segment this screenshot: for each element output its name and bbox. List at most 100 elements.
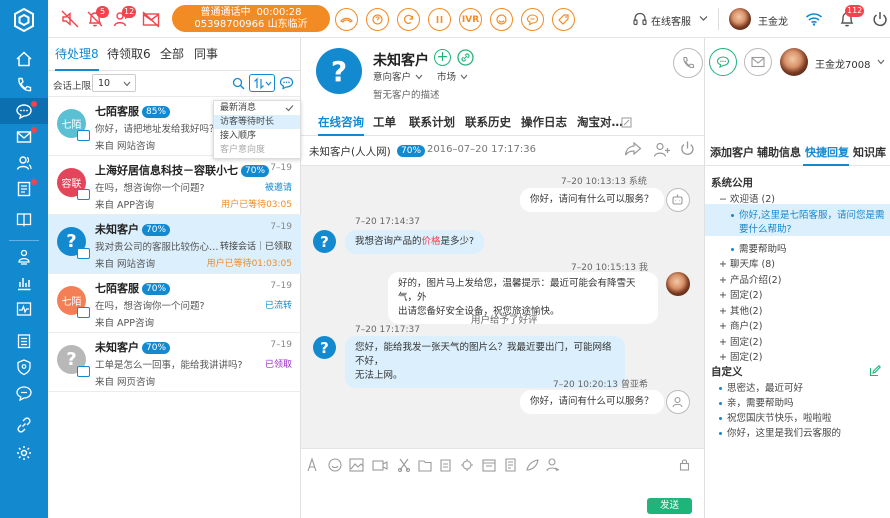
sort-option-wait-time[interactable]: 访客等待时长 bbox=[214, 115, 300, 129]
end-session-icon[interactable] bbox=[679, 140, 696, 157]
send-button[interactable]: 发送 bbox=[647, 498, 692, 514]
tab-add-customer[interactable]: 添加客户 bbox=[710, 144, 754, 160]
nav-records-icon[interactable] bbox=[0, 328, 48, 354]
search-icon[interactable] bbox=[232, 77, 245, 90]
custom-reply-item[interactable]: 祝您国庆节快乐，啦啦啦 bbox=[719, 410, 832, 424]
conversation-list-panel: 待处理8 待领取6 全部 同事 会话上限 10 最新消息 访客等待时长 接入顺序… bbox=[48, 38, 301, 518]
custom-reply-item[interactable]: 你好，这里是我们云客服的 bbox=[719, 425, 841, 439]
chat-bubble-icon[interactable] bbox=[279, 76, 294, 90]
call-number: 05398700966 山东临沂 bbox=[194, 19, 308, 30]
tab-all[interactable]: 全部 bbox=[160, 38, 184, 71]
chevron-down-icon[interactable] bbox=[699, 15, 708, 22]
tab-online-consult[interactable]: 在线咨询 bbox=[318, 114, 364, 136]
nav-home-icon[interactable] bbox=[0, 46, 48, 72]
transfer-button[interactable] bbox=[397, 8, 420, 31]
check-icon bbox=[285, 105, 294, 112]
chat-intent-pct: 70% bbox=[397, 145, 426, 157]
email-customer-button[interactable] bbox=[744, 48, 772, 76]
ivr-button[interactable]: IVR bbox=[459, 8, 482, 31]
conversation-item[interactable]: 七陌 七陌客服 70% 7–19 在吗，想咨询你一个问题? 已流转 来自 APP咨询 bbox=[48, 274, 301, 333]
online-status[interactable]: 在线客服 bbox=[651, 13, 691, 28]
conversation-name-text: 未知客户 bbox=[95, 341, 139, 354]
lock-icon[interactable] bbox=[679, 458, 690, 471]
quick-reply-folder[interactable]: + 其他(2) bbox=[719, 303, 762, 317]
tab-quick-reply[interactable]: 快捷回复 bbox=[805, 144, 849, 160]
tab-to-claim[interactable]: 待领取6 bbox=[107, 38, 151, 71]
tag-button[interactable] bbox=[552, 8, 575, 31]
nav-link-icon[interactable] bbox=[0, 412, 48, 438]
message-bubble: 你好，请问有什么可以服务？ bbox=[520, 390, 664, 414]
tab-ticket[interactable]: 工单 bbox=[373, 114, 396, 136]
hangup-button[interactable] bbox=[335, 8, 358, 31]
tab-taobao[interactable]: 淘宝对… bbox=[577, 114, 623, 136]
sort-option-intent[interactable]: 客户意向度 bbox=[214, 143, 300, 157]
market-select[interactable]: 市场 bbox=[437, 69, 468, 83]
sort-icon bbox=[254, 77, 272, 90]
message-text: 我想咨询产品的 bbox=[355, 236, 422, 247]
consult-button[interactable] bbox=[366, 8, 389, 31]
system-notice: 用户给予了好评 bbox=[471, 315, 538, 326]
sort-option-latest[interactable]: 最新消息 bbox=[214, 101, 300, 115]
quick-reply-folder[interactable]: + 聊天库 (8) bbox=[719, 256, 775, 270]
channel-web-icon bbox=[77, 248, 90, 259]
nav-chat-icon[interactable] bbox=[0, 98, 48, 124]
conversation-item[interactable]: 容联 上海好居信息科技－容联小七 70% 7–19 在吗，想咨询你一个问题? 被邀请 来自 … bbox=[48, 156, 301, 215]
tab-assist-info[interactable]: 辅助信息 bbox=[757, 144, 801, 160]
tab-knowledge-base[interactable]: 知识库 bbox=[853, 144, 886, 160]
add-icon[interactable]: + bbox=[434, 49, 451, 66]
nav-report-icon[interactable] bbox=[0, 270, 48, 296]
agent-avatar[interactable] bbox=[729, 8, 751, 30]
nav-ticket-icon[interactable] bbox=[0, 176, 48, 202]
conversation-item[interactable]: ? 未知客户 70% 7–19 工单是怎么一回事，能给我讲讲吗? 已领取 来自 网页咨询 bbox=[48, 333, 301, 392]
hold-button[interactable] bbox=[428, 8, 451, 31]
quick-reply-folder[interactable]: + 固定(2) bbox=[719, 349, 762, 363]
conversation-item[interactable]: ? 未知客户 70% 7–19 我对贵公司的客服比较伤心… 转接会话｜已领取 来自 网站咨询… bbox=[48, 215, 301, 274]
quick-reply-folder[interactable]: + 固定(2) bbox=[719, 334, 762, 348]
sms-icon bbox=[526, 14, 539, 26]
nav-contacts-icon[interactable] bbox=[0, 150, 48, 176]
inbox-off-icon[interactable] bbox=[141, 9, 161, 29]
share-icon[interactable] bbox=[624, 141, 642, 157]
agent-name: 王金龙 bbox=[758, 17, 788, 28]
intent-select[interactable]: 意向客户 bbox=[373, 69, 423, 83]
sms-button[interactable] bbox=[521, 8, 544, 31]
conversation-name: 上海好居信息科技－容联小七 70% bbox=[95, 162, 270, 178]
quick-reply-item[interactable]: 需要帮助吗 bbox=[731, 241, 787, 255]
custom-reply-item[interactable]: 亲，需要帮助吗 bbox=[719, 395, 794, 409]
expand-icon[interactable] bbox=[621, 117, 632, 128]
tab-operation-log[interactable]: 操作日志 bbox=[521, 114, 567, 136]
quick-reply-item[interactable]: 你好,这里是七陌客服，请问您是需 要什么帮助? bbox=[731, 207, 885, 235]
nav-book-icon[interactable] bbox=[0, 206, 48, 232]
sort-button[interactable] bbox=[249, 74, 275, 92]
chat-button[interactable] bbox=[709, 48, 737, 76]
tab-colleagues[interactable]: 同事 bbox=[194, 38, 218, 71]
edit-link-icon[interactable] bbox=[457, 49, 474, 66]
session-limit-select[interactable]: 10 bbox=[92, 74, 136, 92]
sort-option-order[interactable]: 接入顺序 bbox=[214, 129, 300, 143]
invite-user-icon[interactable] bbox=[653, 141, 671, 158]
nav-mail-icon[interactable] bbox=[0, 124, 48, 150]
mute-icon[interactable] bbox=[60, 9, 80, 29]
edit-icon[interactable] bbox=[869, 365, 881, 377]
tab-pending[interactable]: 待处理8 bbox=[55, 38, 99, 71]
call-status-pill[interactable]: 普通通话中 00:00:28 05398700966 山东临沂 bbox=[172, 5, 330, 32]
session-limit-value: 10 bbox=[98, 78, 111, 89]
nav-phone-icon[interactable] bbox=[0, 72, 48, 98]
quick-reply-folder[interactable]: + 商户(2) bbox=[719, 318, 762, 332]
call-customer-button[interactable] bbox=[673, 48, 703, 78]
nav-message-icon[interactable] bbox=[0, 380, 48, 406]
nav-team-icon[interactable] bbox=[0, 244, 48, 270]
satisfaction-button[interactable] bbox=[490, 8, 513, 31]
custom-reply-item[interactable]: 思密达，最近可好 bbox=[719, 380, 803, 394]
quick-reply-folder[interactable]: + 产品介绍(2) bbox=[719, 272, 781, 286]
nav-settings-icon[interactable] bbox=[0, 440, 48, 466]
power-icon[interactable] bbox=[871, 10, 889, 28]
chevron-down-icon[interactable] bbox=[877, 59, 885, 65]
custom-section-title: 自定义 bbox=[711, 366, 743, 378]
nav-monitor-icon[interactable] bbox=[0, 296, 48, 322]
tab-contact-history[interactable]: 联系历史 bbox=[465, 114, 511, 136]
sort-dropdown: 最新消息 访客等待时长 接入顺序 客户意向度 bbox=[213, 100, 301, 159]
tab-contact-plan[interactable]: 联系计划 bbox=[409, 114, 455, 136]
quick-reply-folder[interactable]: + 固定(2) bbox=[719, 287, 762, 301]
nav-security-icon[interactable] bbox=[0, 354, 48, 380]
